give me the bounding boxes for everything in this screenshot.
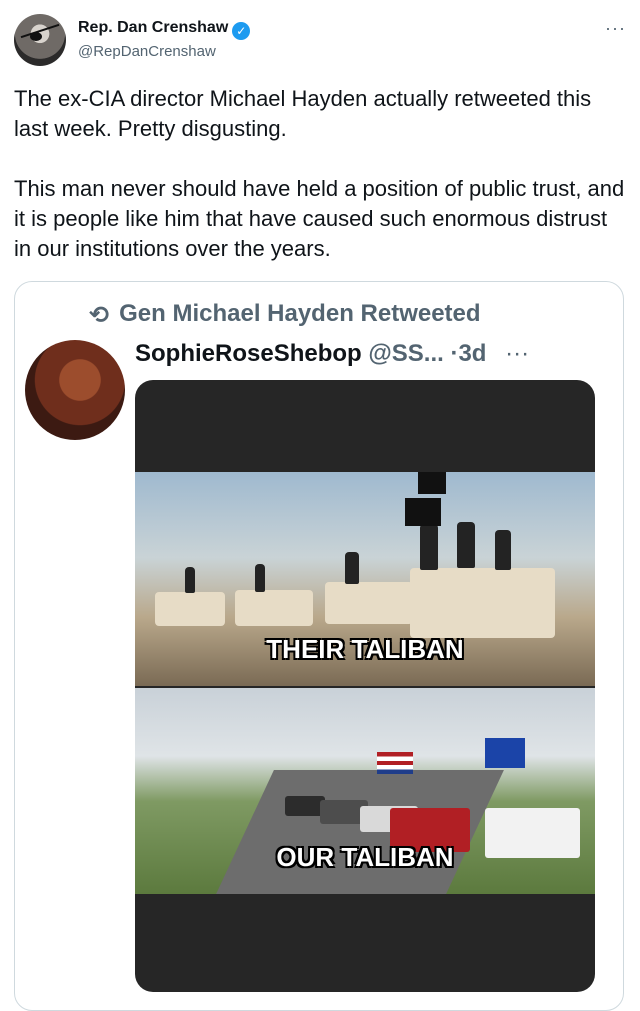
quoted-more-options-icon[interactable]: ··· [505,340,529,367]
retweeted-by-label: Gen Michael Hayden Retweeted [119,300,481,327]
quoted-author-handle[interactable]: @SS... [368,340,443,367]
meme-image[interactable]: THEIR TALIBAN OUR TALIBAN [135,380,595,992]
meme-top-panel: THEIR TALIBAN [135,472,595,686]
more-options-icon[interactable]: ··· [605,18,626,39]
fighter [255,564,265,592]
quoted-author-display-name[interactable]: SophieRoseShebop [135,340,362,367]
quoted-tweet-card[interactable]: ⟲ Gen Michael Hayden Retweeted SophieRose… [14,281,624,1011]
quoted-tweet-time[interactable]: 3d [458,340,486,367]
retweet-icon: ⟲ [89,302,110,329]
tweet-text: The ex-CIA director Michael Hayden actua… [14,86,625,261]
truck [235,590,313,626]
fighter [457,522,475,568]
truck [410,568,555,638]
fighter [495,530,511,570]
verified-icon: ✓ [232,22,251,40]
fighter [185,567,195,593]
meme-bottom-panel: OUR TALIBAN [135,688,595,894]
blue-flag [485,738,525,768]
black-flag [418,472,446,494]
fighter [420,524,438,570]
author-handle[interactable]: @RepDanCrenshaw [78,42,250,62]
american-flag [377,752,413,774]
avatar-eyepatch [30,32,42,41]
retweeted-by-row: ⟲ Gen Michael Hayden Retweeted [89,300,481,330]
quoted-tweet-meta: SophieRoseShebop @SS... ·3d ··· [135,338,529,370]
truck [325,582,413,624]
tweet-header: Rep. Dan Crenshaw ✓ @RepDanCrenshaw ··· [14,12,626,68]
quoted-author-avatar[interactable] [25,340,125,440]
caption-top: THEIR TALIBAN [266,634,464,664]
caption-bottom: OUR TALIBAN [276,842,454,872]
black-flag [405,498,441,526]
fighter [345,552,359,584]
author-name-block[interactable]: Rep. Dan Crenshaw ✓ @RepDanCrenshaw [78,18,251,62]
author-display-name[interactable]: Rep. Dan Crenshaw [78,18,228,38]
car [285,796,325,816]
truck [155,592,225,626]
author-avatar[interactable] [14,14,66,66]
